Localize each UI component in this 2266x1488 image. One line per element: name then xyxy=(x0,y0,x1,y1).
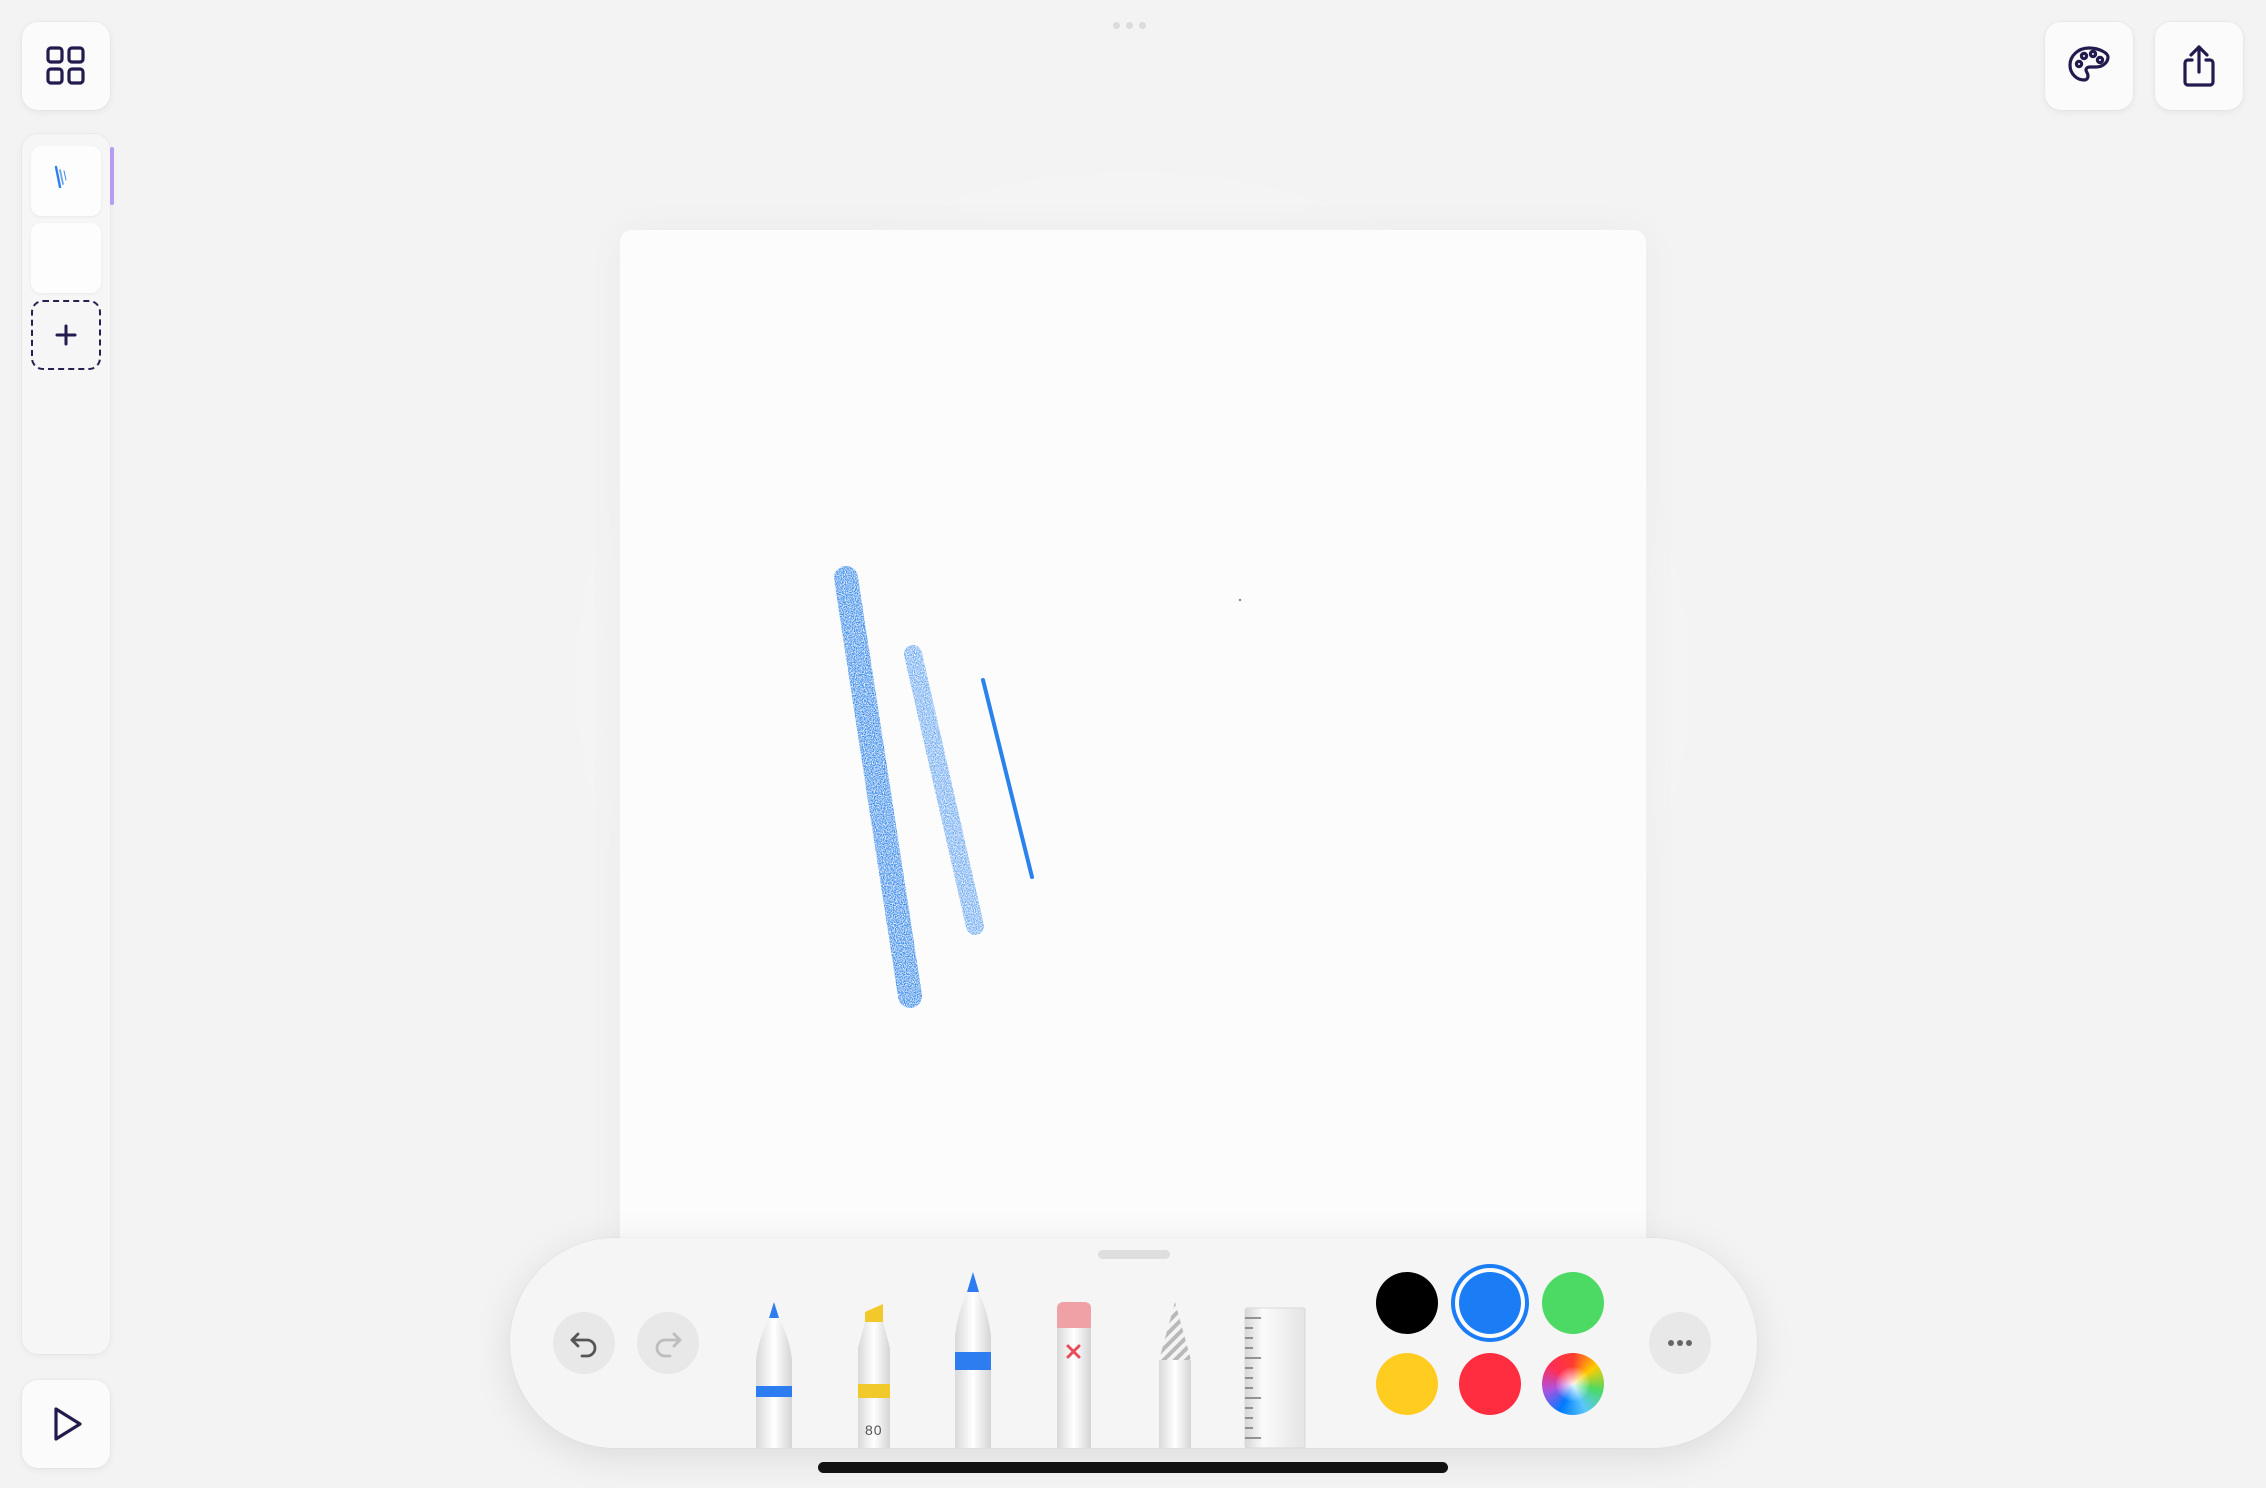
thick-crayon-stroke xyxy=(834,566,922,1008)
ruler-tool[interactable] xyxy=(1243,1306,1307,1448)
grid-icon xyxy=(46,46,85,85)
redo-button[interactable] xyxy=(637,1312,699,1374)
color-black[interactable] xyxy=(1376,1272,1438,1334)
color-yellow[interactable] xyxy=(1376,1353,1438,1415)
page-1-preview xyxy=(54,165,67,189)
more-icon xyxy=(1668,1340,1692,1346)
lasso-tool[interactable] xyxy=(1153,1300,1197,1448)
page-sidebar xyxy=(22,134,110,1354)
play-icon xyxy=(54,1407,82,1441)
marker-opacity-label: 80 xyxy=(865,1422,883,1438)
page-thumbnail-1[interactable] xyxy=(31,146,101,216)
more-button[interactable] xyxy=(1649,1312,1711,1374)
marker-band xyxy=(858,1384,890,1398)
color-picker-wheel[interactable] xyxy=(1542,1353,1604,1415)
plus-icon xyxy=(55,324,77,346)
home-indicator[interactable] xyxy=(818,1462,1448,1473)
pencil-icon xyxy=(955,1272,991,1448)
pen-icon xyxy=(756,1302,792,1448)
toolbar-grabber[interactable] xyxy=(1098,1250,1170,1259)
drawing-app: 80 xyxy=(0,0,2266,1488)
play-button[interactable] xyxy=(22,1380,110,1468)
active-page-indicator xyxy=(110,147,114,205)
color-red[interactable] xyxy=(1459,1353,1521,1415)
eraser-icon xyxy=(1057,1302,1091,1448)
palette-button[interactable] xyxy=(2045,22,2133,110)
top-grabber[interactable] xyxy=(1113,22,1153,30)
share-icon xyxy=(2183,45,2215,87)
marker-tool[interactable]: 80 xyxy=(852,1300,896,1448)
canvas-strokes xyxy=(834,566,1242,1008)
pen-band xyxy=(756,1386,792,1397)
tool-picker: 80 xyxy=(510,1238,1757,1448)
thin-pencil-stroke xyxy=(981,678,1034,879)
pencil-tool[interactable] xyxy=(951,1270,995,1448)
color-blue[interactable] xyxy=(1459,1272,1521,1334)
stray-dot xyxy=(1238,598,1242,602)
undo-button[interactable] xyxy=(553,1312,615,1374)
redo-icon xyxy=(655,1332,682,1358)
lasso-icon xyxy=(1159,1302,1191,1448)
palette-icon xyxy=(2068,46,2110,82)
pencil-band xyxy=(955,1352,991,1370)
undo-icon xyxy=(570,1332,597,1358)
share-button[interactable] xyxy=(2155,22,2243,110)
color-green[interactable] xyxy=(1542,1272,1604,1334)
page-thumbnail-2[interactable] xyxy=(31,223,101,293)
add-page-button[interactable] xyxy=(31,300,101,370)
gallery-button[interactable] xyxy=(22,22,110,110)
medium-crayon-stroke xyxy=(904,645,984,935)
drawing-canvas[interactable] xyxy=(620,230,1646,1260)
eraser-tool[interactable] xyxy=(1052,1300,1096,1448)
ruler-icon xyxy=(1244,1307,1306,1448)
pen-tool[interactable] xyxy=(752,1300,796,1448)
